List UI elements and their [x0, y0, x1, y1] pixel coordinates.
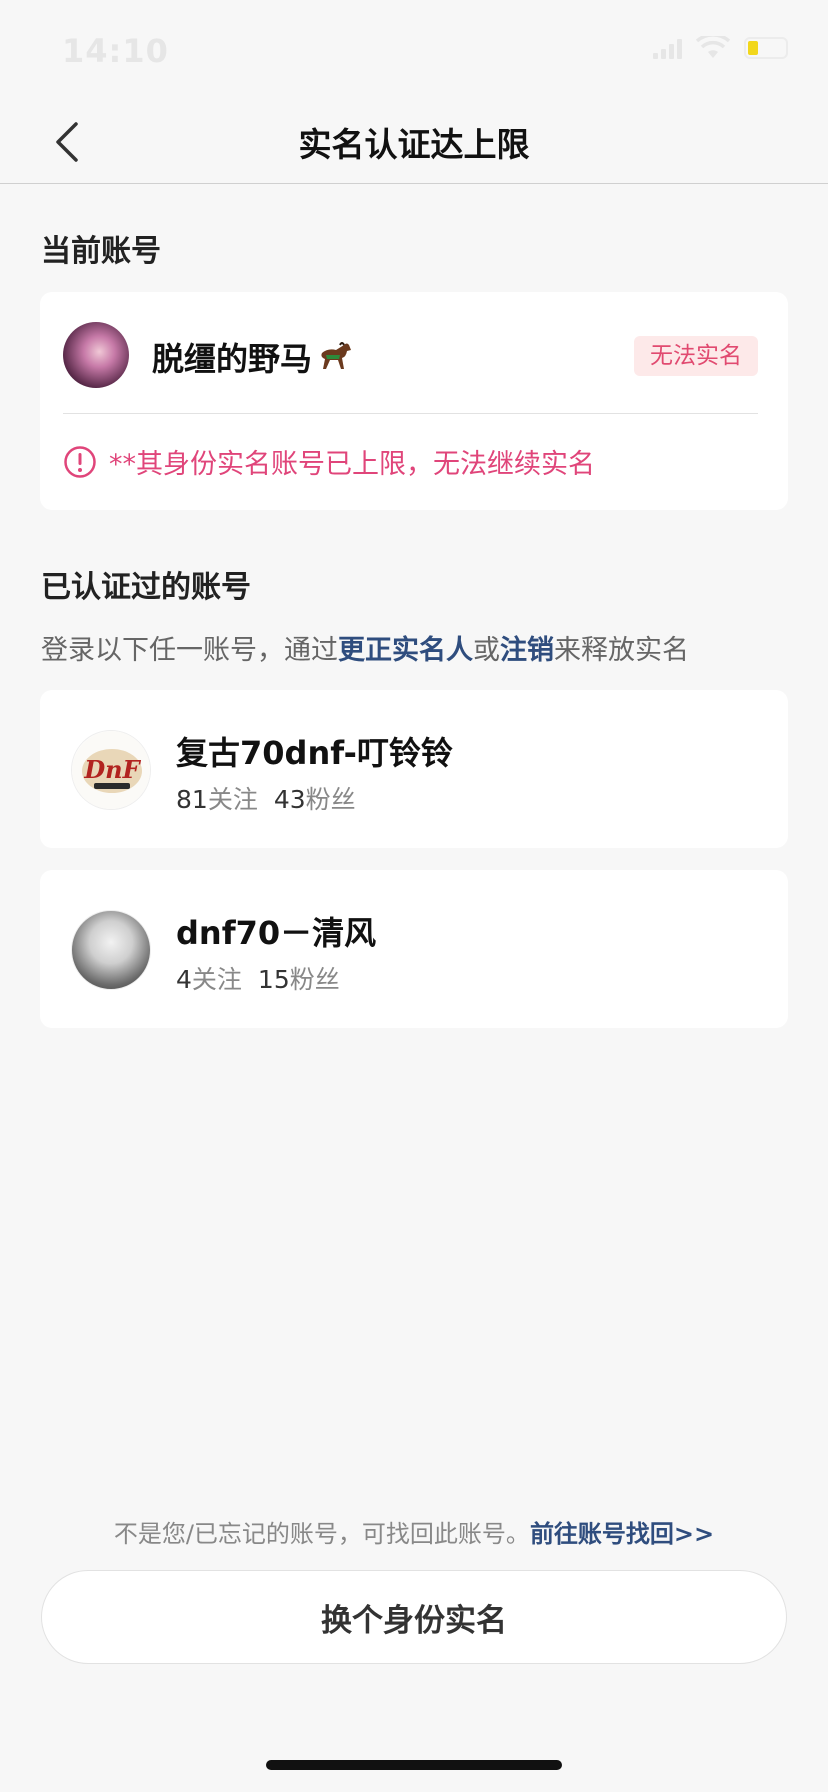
- warning-row: **其身份实名账号已上限，无法继续实名: [63, 442, 595, 481]
- desc-prefix: 登录以下任一账号，通过: [41, 635, 338, 666]
- battery-icon: [744, 37, 788, 59]
- follow-label: 关注: [207, 785, 258, 814]
- recovery-tip: 不是您/已忘记的账号，可找回此账号。前往账号找回>>: [0, 1514, 828, 1549]
- verified-accounts-heading: 已认证过的账号: [41, 570, 251, 605]
- fans-label: 粉丝: [289, 965, 340, 994]
- signal-icon: [653, 37, 682, 59]
- fans-count: 15: [257, 965, 290, 994]
- account-stats: 4关注 15粉丝: [176, 960, 340, 996]
- avatar: [63, 322, 129, 388]
- verified-account-card[interactable]: DnF 复古70dnf-叮铃铃 81关注 43粉丝: [40, 690, 788, 848]
- wifi-icon: [696, 36, 730, 58]
- svg-text:DnF: DnF: [83, 755, 141, 784]
- account-recovery-link[interactable]: 前往账号找回>>: [530, 1520, 714, 1548]
- status-badge: 无法实名: [634, 336, 758, 376]
- verified-account-card[interactable]: dnf70－清风 4关注 15粉丝: [40, 870, 788, 1028]
- desc-mid: 或: [473, 635, 500, 666]
- desc-suffix: 来释放实名: [554, 635, 689, 666]
- avatar: DnF: [71, 730, 151, 810]
- current-account-card: 脱缰的野马 无法实名 **其身份实名账号已上限，无法继续实名: [40, 292, 788, 510]
- alert-circle-icon: [64, 445, 96, 478]
- page-title: 实名认证达上限: [298, 125, 530, 164]
- status-icons: [653, 36, 788, 60]
- account-name: 复古70dnf-叮铃铃: [176, 734, 453, 772]
- current-account-heading: 当前账号: [41, 234, 161, 269]
- verified-accounts-description: 登录以下任一账号，通过更正实名人或注销来释放实名: [41, 628, 689, 667]
- divider: [63, 413, 758, 414]
- fans-count: 43: [273, 785, 306, 814]
- nav-bar: 实名认证达上限: [0, 100, 828, 184]
- status-time: 14:10: [62, 32, 169, 70]
- recovery-tip-text: 不是您/已忘记的账号，可找回此账号。: [113, 1520, 530, 1548]
- follow-count: 4: [176, 965, 192, 994]
- fans-label: 粉丝: [305, 785, 356, 814]
- dnf-logo-icon: DnF: [72, 731, 150, 809]
- home-indicator: [266, 1760, 562, 1770]
- follow-count: 81: [176, 785, 208, 814]
- account-stats: 81关注 43粉丝: [176, 780, 356, 816]
- switch-identity-button[interactable]: 换个身份实名: [41, 1570, 787, 1664]
- horse-emoji-icon: [321, 342, 352, 369]
- account-name-text: 脱缰的野马: [152, 340, 313, 378]
- warning-text: **其身份实名账号已上限，无法继续实名: [109, 449, 595, 480]
- current-account-name: 脱缰的野马: [152, 334, 356, 380]
- cancel-account-link[interactable]: 注销: [500, 635, 554, 666]
- correct-name-link[interactable]: 更正实名人: [338, 635, 473, 666]
- avatar: [71, 910, 151, 990]
- account-name: dnf70－清风: [176, 914, 377, 952]
- follow-label: 关注: [191, 965, 242, 994]
- status-bar: 14:10: [0, 0, 828, 100]
